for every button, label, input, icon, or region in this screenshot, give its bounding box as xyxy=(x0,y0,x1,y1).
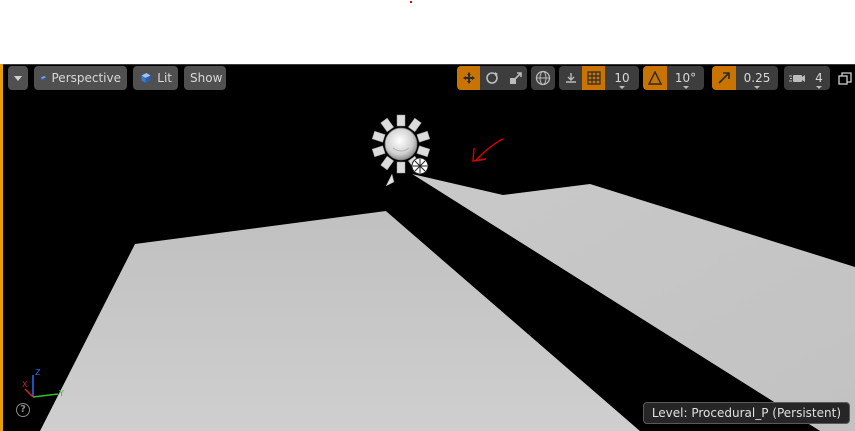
scale-snap-group: 0.25 xyxy=(712,66,778,90)
viewmode-label: Perspective xyxy=(51,71,122,85)
translate-tool-button[interactable] xyxy=(457,66,480,90)
translate-icon xyxy=(462,72,475,84)
dropdown-arrow-icon xyxy=(682,86,689,89)
top-blank-area xyxy=(0,0,855,64)
viewport-active-border xyxy=(0,64,3,431)
help-icon[interactable]: ? xyxy=(16,403,30,417)
red-mark xyxy=(410,1,412,3)
rotate-icon xyxy=(486,72,498,84)
scale-arrow-icon xyxy=(718,72,730,84)
light-direction-arrow-icon xyxy=(385,173,395,187)
scale-tool-button[interactable] xyxy=(504,66,527,90)
transform-tools-group xyxy=(457,66,527,90)
scale-snap-value-dropdown[interactable]: 0.25 xyxy=(736,66,778,90)
dropdown-arrow-icon xyxy=(816,86,822,89)
rotation-snap-toggle[interactable] xyxy=(643,66,667,90)
grid-snap-value-dropdown[interactable]: 10 xyxy=(605,66,639,90)
lighting-label: Lit xyxy=(157,71,172,85)
rotate-tool-button[interactable] xyxy=(480,66,504,90)
level-viewport[interactable]: Z Y X Perspective Lit Show 10 10° 0.25 4… xyxy=(0,64,855,431)
red-annotation-arrow-icon xyxy=(472,138,504,162)
globe-icon xyxy=(535,70,551,86)
surface-snap-button[interactable] xyxy=(559,66,582,90)
level-status-label: Level: Procedural_P (Persistent) xyxy=(642,402,850,424)
grid-snap-value: 10 xyxy=(614,71,630,85)
scale-snap-toggle[interactable] xyxy=(712,66,736,90)
angle-icon xyxy=(648,71,662,85)
world-local-toggle-button[interactable] xyxy=(531,66,555,90)
scale-icon xyxy=(509,72,522,84)
maximize-icon xyxy=(838,72,852,85)
camera-icon xyxy=(789,75,805,82)
lighting-mode-button[interactable]: Lit xyxy=(133,66,178,90)
camera-speed-button[interactable]: 4 xyxy=(784,66,830,90)
perspective-cube-icon xyxy=(40,75,47,81)
grid-snap-toggle[interactable] xyxy=(582,66,605,90)
rotation-snap-group: 10° xyxy=(643,66,704,90)
show-label: Show xyxy=(190,71,223,85)
rotation-snap-value-dropdown[interactable]: 10° xyxy=(667,66,704,90)
svg-text:X: X xyxy=(22,380,28,389)
scale-snap-value: 0.25 xyxy=(743,71,771,85)
camera-speed-icon-wrap xyxy=(784,66,810,90)
svg-text:Y: Y xyxy=(58,389,64,398)
svg-text:Z: Z xyxy=(35,368,41,377)
surface-snap-icon xyxy=(565,73,576,83)
sky-atmosphere-icon[interactable] xyxy=(411,157,429,175)
camera-speed-value: 4 xyxy=(815,71,823,85)
scene-render[interactable]: Z Y X xyxy=(0,64,855,431)
dropdown-arrow-icon xyxy=(619,86,625,89)
chevron-down-icon xyxy=(14,75,22,81)
viewmode-perspective-button[interactable]: Perspective xyxy=(34,66,127,90)
axis-gizmo-icon: Z Y X xyxy=(22,368,64,398)
lit-sphere-icon xyxy=(141,73,151,83)
viewport-top-edge xyxy=(0,64,855,65)
viewport-menu-button[interactable] xyxy=(8,66,28,90)
rotation-snap-value: 10° xyxy=(674,71,697,85)
show-flags-button[interactable]: Show xyxy=(184,66,226,90)
maximize-viewport-button[interactable] xyxy=(838,71,852,85)
grid-icon xyxy=(586,71,601,85)
dropdown-arrow-icon xyxy=(754,86,760,89)
camera-speed-value-wrap: 4 xyxy=(810,66,828,90)
grid-snap-group: 10 xyxy=(559,66,639,90)
